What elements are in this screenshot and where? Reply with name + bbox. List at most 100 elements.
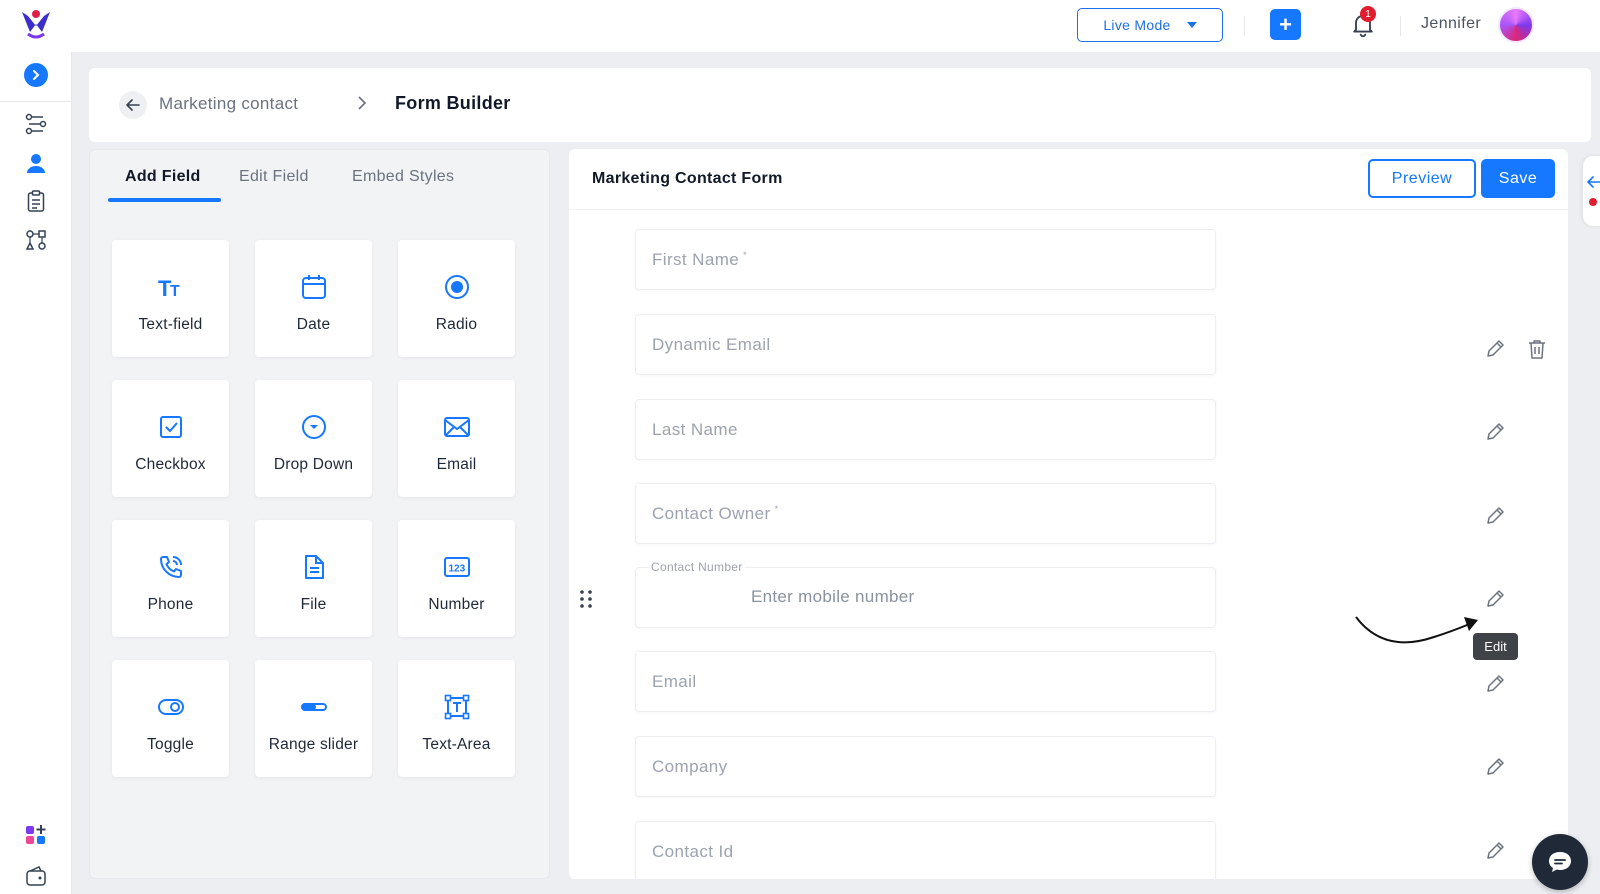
pencil-icon[interactable] <box>1484 421 1506 443</box>
tab-embed-styles[interactable]: Embed Styles <box>352 168 454 186</box>
wallet-icon <box>26 866 46 886</box>
app-logo[interactable] <box>18 6 54 42</box>
mode-select[interactable]: Live Mode <box>1077 8 1223 42</box>
pencil-icon[interactable] <box>1484 338 1506 360</box>
form-field-company[interactable]: Company <box>635 736 1216 797</box>
field-tile-label: Text-Area <box>422 736 491 753</box>
field-tile-checkbox[interactable]: Checkbox <box>112 380 229 497</box>
mail-icon <box>442 412 472 442</box>
field-tile-number[interactable]: 123 Number <box>398 520 515 637</box>
contacts-icon <box>27 154 45 173</box>
form-field-label: Last Name <box>652 420 738 439</box>
annotation-arrow <box>1355 616 1478 644</box>
trash-icon[interactable] <box>1526 338 1548 360</box>
save-button[interactable]: Save <box>1481 159 1555 198</box>
calendar-icon <box>299 272 329 302</box>
page-title: Form Builder <box>395 93 511 113</box>
sidebar-item-forms[interactable] <box>23 188 49 214</box>
chat-icon <box>1549 852 1571 872</box>
field-tile-text-field[interactable]: TT Text-field <box>112 240 229 357</box>
sidebar-item-apps[interactable] <box>23 822 49 848</box>
radio-icon <box>442 272 472 302</box>
field-tile-radio[interactable]: Radio <box>398 240 515 357</box>
field-tile-label: Date <box>296 316 331 333</box>
field-tile-dropdown[interactable]: Drop Down <box>255 380 372 497</box>
pencil-icon[interactable] <box>1484 505 1506 527</box>
text-area-icon <box>442 692 472 722</box>
required-mark: * <box>743 250 748 260</box>
checkbox-icon <box>156 412 186 442</box>
sidebar-item-wallet[interactable] <box>23 863 49 889</box>
form-field-label: Contact Id <box>652 842 734 861</box>
divider <box>1400 16 1401 36</box>
chevron-right-icon <box>358 96 367 110</box>
pencil-icon[interactable] <box>1484 673 1506 695</box>
form-field-label: Email <box>652 672 697 691</box>
form-field-dynamic-email[interactable]: Dynamic Email <box>635 314 1216 375</box>
field-tile-date[interactable]: Date <box>255 240 372 357</box>
breadcrumb: Marketing contact Form Builder <box>89 68 1591 142</box>
field-tile-text-area[interactable]: Text-Area <box>398 660 515 777</box>
drag-handle-icon[interactable] <box>579 589 593 609</box>
form-field-first-name[interactable]: First Name * <box>635 229 1216 290</box>
file-icon <box>299 552 329 582</box>
sidebar-item-contacts[interactable] <box>23 150 49 176</box>
pencil-icon[interactable] <box>1484 588 1506 610</box>
user-name[interactable]: Jennifer <box>1421 15 1481 33</box>
sidebar-item-workflow[interactable] <box>23 111 49 137</box>
field-tile-email[interactable]: Email <box>398 380 515 497</box>
field-tile-toggle[interactable]: Toggle <box>112 660 229 777</box>
slider-icon <box>299 692 329 722</box>
avatar[interactable] <box>1498 7 1534 43</box>
breadcrumb-parent-link[interactable]: Marketing contact <box>159 94 298 114</box>
sidebar-expand-button[interactable] <box>24 63 48 87</box>
form-header: Marketing Contact Form Preview Save <box>569 149 1568 210</box>
divider <box>0 101 72 102</box>
field-tile-file[interactable]: File <box>255 520 372 637</box>
form-field-email[interactable]: Email <box>635 651 1216 712</box>
floating-label: Contact Number <box>649 560 745 574</box>
top-bar: Live Mode + 1 Jennifer <box>0 0 1600 52</box>
arrow-left-icon <box>126 99 140 111</box>
form-field-label-text: Contact Owner <box>652 504 771 523</box>
field-tile-phone[interactable]: Phone <box>112 520 229 637</box>
field-tile-label: Phone <box>147 596 194 613</box>
divider <box>1244 16 1245 36</box>
field-tile-label: Text-field <box>138 316 203 333</box>
form-field-label-text: First Name <box>652 250 740 269</box>
field-tile-label: Drop Down <box>273 456 354 473</box>
field-tile-label: Radio <box>435 316 478 333</box>
pencil-icon[interactable] <box>1484 756 1506 778</box>
number-icon: 123 <box>442 552 472 582</box>
preview-button[interactable]: Preview <box>1368 159 1476 198</box>
chat-support-button[interactable] <box>1532 834 1588 890</box>
required-mark: * <box>774 504 779 514</box>
sidebar-item-integrations[interactable] <box>23 227 49 253</box>
status-dot <box>1589 198 1597 206</box>
edit-tooltip: Edit <box>1473 633 1518 660</box>
add-button[interactable]: + <box>1270 9 1301 40</box>
settings-drawer-toggle[interactable] <box>1583 156 1600 226</box>
field-tile-range-slider[interactable]: Range slider <box>255 660 372 777</box>
tab-add-field[interactable]: Add Field <box>125 168 201 186</box>
pencil-icon[interactable] <box>1484 840 1506 862</box>
form-title: Marketing Contact Form <box>592 170 783 187</box>
back-button[interactable] <box>119 91 147 119</box>
form-field-contact-id[interactable]: Contact Id <box>635 821 1216 879</box>
form-field-contact-owner[interactable]: Contact Owner * <box>635 483 1216 544</box>
chevron-right-icon <box>33 70 40 80</box>
svg-text:123: 123 <box>448 564 465 575</box>
tab-edit-field[interactable]: Edit Field <box>239 168 309 186</box>
field-tile-label: Email <box>436 456 477 473</box>
form-field-label: First Name * <box>652 250 747 270</box>
toggle-icon <box>156 692 186 722</box>
dropdown-icon <box>299 412 329 442</box>
field-tile-label: Toggle <box>147 736 194 753</box>
form-field-last-name[interactable]: Last Name <box>635 399 1216 460</box>
arrow-left-icon <box>1586 176 1600 188</box>
phone-icon <box>156 552 186 582</box>
apps-add-icon <box>26 825 46 844</box>
workflow-icon <box>25 113 47 135</box>
form-field-contact-number[interactable]: Enter mobile number <box>635 567 1216 628</box>
form-field-label: Company <box>652 757 728 776</box>
